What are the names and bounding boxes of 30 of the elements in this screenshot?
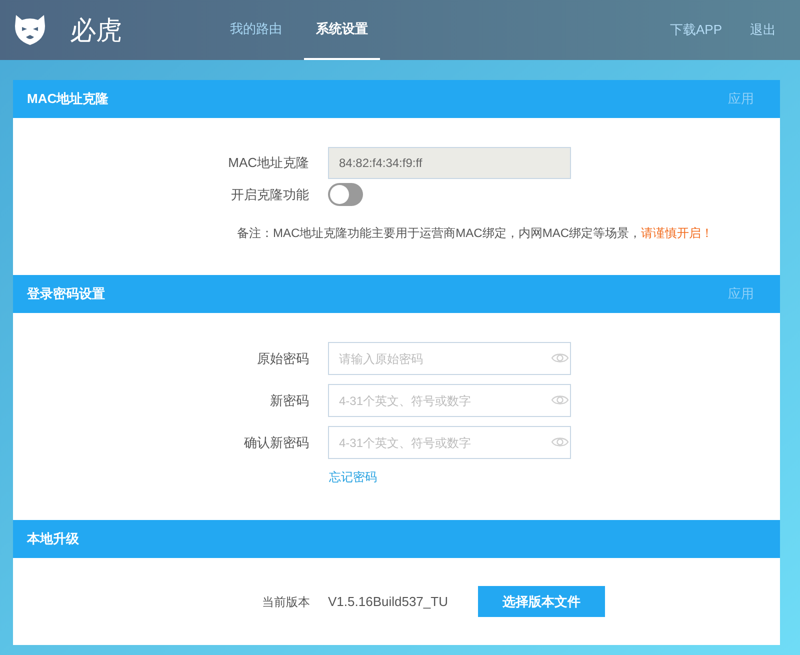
field-label: 新密码 bbox=[270, 392, 309, 410]
field-label: 原始密码 bbox=[257, 350, 309, 368]
nav-tab[interactable]: 系统设置 bbox=[304, 0, 380, 60]
eye-icon[interactable] bbox=[551, 436, 569, 448]
tiger-logo-icon bbox=[12, 12, 48, 48]
field-label: MAC地址克隆 bbox=[228, 154, 309, 172]
note-text: 备注：MAC地址克隆功能主要用于运营商MAC绑定，内网MAC绑定等场景， bbox=[237, 225, 641, 242]
password-field[interactable]: 4-31个英文、符号或数字 bbox=[328, 426, 571, 459]
warning-text: 请谨慎开启！ bbox=[641, 225, 713, 242]
field-label: 开启克隆功能 bbox=[231, 186, 309, 204]
apply-button[interactable]: 应用 bbox=[728, 284, 754, 304]
toggle-switch[interactable] bbox=[328, 183, 363, 206]
password-field[interactable]: 请输入原始密码 bbox=[328, 342, 571, 375]
apply-button[interactable]: 应用 bbox=[728, 89, 754, 109]
mac-field[interactable]: 84:82:f4:34:f9:ff bbox=[328, 147, 571, 179]
section-title: MAC地址克隆 bbox=[27, 90, 109, 108]
password-field[interactable]: 4-31个英文、符号或数字 bbox=[328, 384, 571, 417]
brand-name: 必虎 bbox=[70, 14, 123, 46]
forgot-password-link[interactable]: 忘记密码 bbox=[329, 468, 377, 486]
version-value: V1.5.16Build537_TU bbox=[328, 592, 449, 611]
nav-tab[interactable]: 我的路由 bbox=[218, 0, 294, 60]
section-title: 本地升级 bbox=[27, 530, 79, 548]
header-link[interactable]: 下载APP bbox=[670, 20, 722, 40]
eye-icon[interactable] bbox=[551, 394, 569, 406]
field-label: 确认新密码 bbox=[244, 434, 309, 452]
eye-icon[interactable] bbox=[551, 352, 569, 364]
choose-file-button[interactable]: 选择版本文件 bbox=[478, 586, 605, 617]
header-link[interactable]: 退出 bbox=[750, 20, 776, 40]
version-label: 当前版本 bbox=[262, 594, 310, 610]
section-title: 登录密码设置 bbox=[27, 285, 105, 304]
